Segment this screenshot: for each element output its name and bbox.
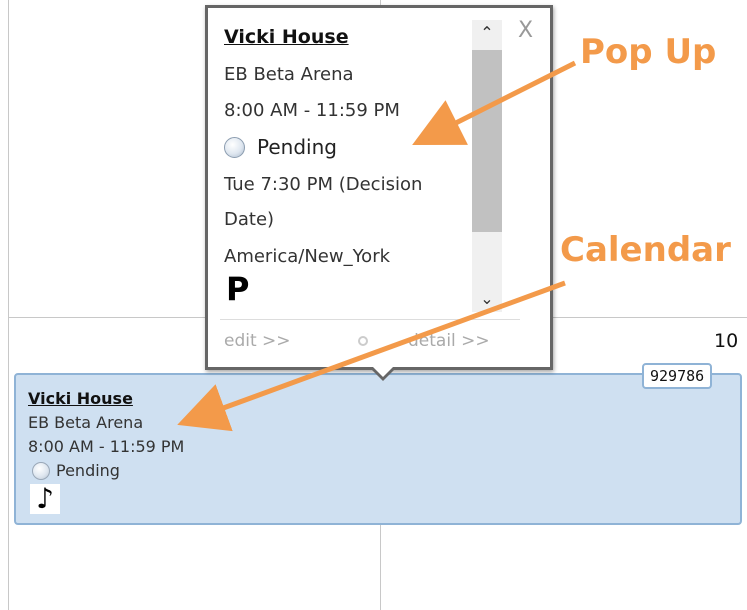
scroll-up-icon[interactable]: ⌃ (472, 20, 502, 46)
scroll-thumb[interactable] (472, 50, 502, 232)
popup-status-label: Pending (257, 135, 337, 159)
popup-divider (220, 319, 520, 320)
calendar-grid-line (8, 0, 9, 610)
search-icon (358, 336, 368, 346)
popup-decision-date: Tue 7:30 PM (Decision (224, 174, 423, 195)
event-status: Pending (32, 461, 120, 480)
popup-location: EB Beta Arena (224, 64, 354, 85)
event-popup: Vicki House EB Beta Arena 8:00 AM - 11:5… (205, 5, 553, 381)
event-title[interactable]: Vicki House (28, 389, 133, 408)
music-note-icon: ♪ (30, 484, 60, 514)
status-radio-icon (32, 461, 50, 480)
calendar-day-number[interactable]: 10 (714, 330, 738, 352)
popup-time: 8:00 AM - 11:59 PM (224, 100, 400, 121)
edit-link[interactable]: edit >> (224, 331, 291, 351)
calendar-event[interactable]: Vicki House EB Beta Arena 8:00 AM - 11:5… (14, 363, 742, 525)
event-status-label: Pending (56, 461, 120, 480)
popup-timezone: America/New_York (224, 246, 391, 267)
popup-status: Pending (224, 135, 337, 159)
popup-title[interactable]: Vicki House (224, 26, 349, 48)
annotation-calendar-label: Calendar (560, 230, 731, 270)
detail-link[interactable]: detail >> (408, 331, 490, 351)
scroll-down-icon[interactable]: ⌄ (472, 286, 502, 312)
popup-pointer-fill (373, 367, 393, 377)
status-radio-icon (224, 136, 245, 158)
popup-badge-letter: P (226, 270, 250, 308)
close-icon[interactable]: X (518, 18, 533, 43)
annotation-popup-label: Pop Up (580, 32, 717, 72)
popup-decision-date-cont: Date) (224, 209, 275, 230)
event-time: 8:00 AM - 11:59 PM (28, 437, 185, 456)
popup-scrollbar[interactable]: ⌃ ⌄ (472, 20, 502, 312)
event-location: EB Beta Arena (28, 413, 144, 432)
event-id-badge: 929786 (642, 363, 713, 389)
